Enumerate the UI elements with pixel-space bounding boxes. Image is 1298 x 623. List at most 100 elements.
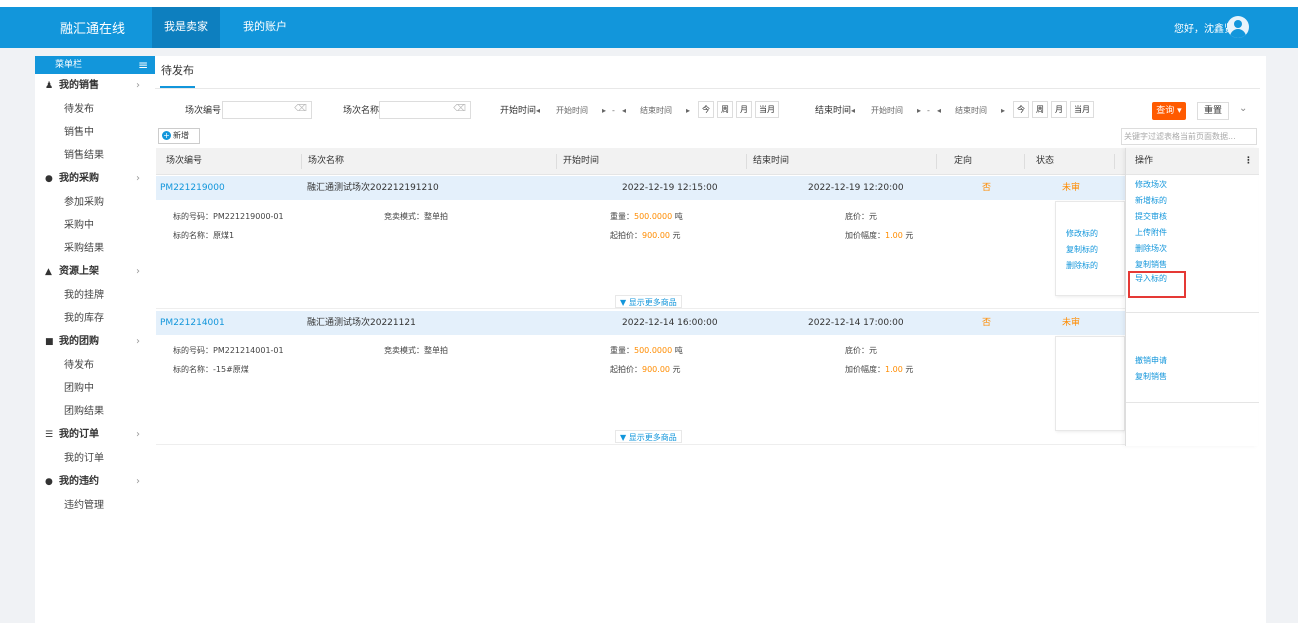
end-time-label: 结束时间: [815, 106, 852, 116]
revoke-request-link[interactable]: 撤销申请: [1135, 355, 1167, 367]
sidebar-item-purchasing[interactable]: 采购中: [35, 214, 155, 237]
sidebar-item-listings[interactable]: 我的挂牌: [35, 284, 155, 307]
sidebar-group-defaults[interactable]: ● 我的违约 ›: [35, 470, 155, 494]
next-icon[interactable]: ▸: [917, 101, 921, 121]
col-code: 场次编号: [166, 156, 203, 166]
add-button[interactable]: + 新增: [158, 128, 200, 144]
next-icon[interactable]: ▸: [686, 101, 690, 121]
highlight-box: [1128, 271, 1186, 298]
sidebar-item-groupbuying[interactable]: 团购中: [35, 377, 155, 400]
group-icon: ■: [45, 337, 54, 347]
table-filter-input[interactable]: [1122, 129, 1252, 144]
next-icon[interactable]: ▸: [602, 101, 606, 121]
avatar[interactable]: [1227, 16, 1249, 38]
caret-down-icon: ▾: [1177, 106, 1182, 116]
sidebar-item-join-purchase[interactable]: 参加采购: [35, 191, 155, 214]
start-time: 2022-12-19 12:15:00: [622, 183, 718, 193]
alert-icon: ●: [45, 477, 53, 487]
collapse-icon[interactable]: ⌄: [1239, 103, 1247, 114]
sidebar-group-orders[interactable]: ☰ 我的订单 ›: [35, 423, 155, 447]
lot-name: 标的名称：原煤1: [173, 231, 235, 240]
add-lot-link[interactable]: 新增标的: [1135, 195, 1167, 207]
sidebar-item-groupbuy-pending[interactable]: 待发布: [35, 354, 155, 377]
directed-value: 否: [982, 318, 992, 328]
hamburger-icon[interactable]: ≡: [138, 56, 148, 74]
plus-icon: +: [162, 131, 171, 140]
quick-today-button[interactable]: 今: [698, 101, 714, 118]
sidebar-group-sales[interactable]: ♟ 我的销售 ›: [35, 74, 155, 98]
copy-sale-link[interactable]: 复制销售: [1135, 371, 1167, 383]
status-badge: 未审: [1062, 183, 1081, 193]
prev-icon[interactable]: ◂: [536, 101, 540, 121]
sidebar-group-groupbuy[interactable]: ■ 我的团购 ›: [35, 330, 155, 354]
delete-session-link[interactable]: 删除场次: [1135, 243, 1167, 255]
sidebar-group-resources[interactable]: ▲ 资源上架 ›: [35, 260, 155, 284]
show-more-link[interactable]: ▼ 显示更多商品: [615, 295, 682, 308]
end-range-from[interactable]: 开始时间: [871, 101, 903, 121]
quick-today-button[interactable]: 今: [1013, 101, 1029, 118]
session-code[interactable]: PM221214001: [160, 311, 225, 335]
sidebar-title: 菜单栏: [55, 60, 83, 70]
quick-week-button[interactable]: 周: [1032, 101, 1048, 118]
start-range-to[interactable]: 结束时间: [640, 101, 672, 121]
submit-review-link[interactable]: 提交审核: [1135, 211, 1167, 223]
col-directed: 定向: [954, 156, 973, 166]
base-price: 底价：元: [845, 212, 877, 221]
sidebar-item-groupbuy-result[interactable]: 团购结果: [35, 400, 155, 423]
sidebar-item-default-mgmt[interactable]: 违约管理: [35, 494, 155, 517]
start-price: 起拍价：900.00 元: [610, 231, 681, 240]
quick-month-button[interactable]: 月: [736, 101, 752, 118]
quick-week-button[interactable]: 周: [717, 101, 733, 118]
auction-mode: 竞卖模式：整单拍: [384, 212, 448, 221]
session-code-input[interactable]: ⌫: [222, 101, 312, 119]
session-name-input[interactable]: ⌫: [379, 101, 471, 119]
eraser-icon[interactable]: ⌫: [453, 104, 466, 114]
next-icon[interactable]: ▸: [1001, 101, 1005, 121]
end-time: 2022-12-19 12:20:00: [808, 183, 904, 193]
user-greeting[interactable]: 您好，沈鑫贤: [1174, 20, 1234, 35]
start-time: 2022-12-14 16:00:00: [622, 318, 718, 328]
lot-number: 标的号码：PM221219000-01: [173, 212, 284, 221]
table-filter-box[interactable]: [1121, 128, 1257, 145]
nav-seller[interactable]: 我是卖家: [152, 7, 220, 48]
eraser-icon[interactable]: ⌫: [294, 104, 307, 114]
session-code[interactable]: PM221219000: [160, 176, 225, 200]
quick-curmonth-button[interactable]: 当月: [1070, 101, 1094, 118]
nav-account[interactable]: 我的账户: [231, 7, 299, 48]
sidebar-item-my-orders[interactable]: 我的订单: [35, 447, 155, 470]
table-row[interactable]: PM221214001 融汇通测试场次20221121 2022-12-14 1…: [156, 311, 1125, 335]
edit-session-link[interactable]: 修改场次: [1135, 179, 1167, 191]
more-vertical-icon[interactable]: ⋮: [1244, 148, 1253, 175]
sidebar-item-purchase-result[interactable]: 采购结果: [35, 237, 155, 260]
show-more-link[interactable]: ▼ 显示更多商品: [615, 430, 682, 443]
prev-icon[interactable]: ◂: [622, 101, 626, 121]
quick-curmonth-button[interactable]: 当月: [755, 101, 779, 118]
sidebar-item-sales-result[interactable]: 销售结果: [35, 144, 155, 167]
status-badge: 未审: [1062, 318, 1081, 328]
prev-icon[interactable]: ◂: [851, 101, 855, 121]
delete-lot-link[interactable]: 删除标的: [1066, 260, 1098, 271]
start-price: 起拍价：900.00 元: [610, 365, 681, 374]
chevron-right-icon: ›: [136, 429, 140, 440]
sidebar-item-pending[interactable]: 待发布: [35, 98, 155, 121]
brand-logo[interactable]: 融汇通在线: [60, 18, 125, 37]
sidebar-group-purchase[interactable]: ● 我的采购 ›: [35, 167, 155, 191]
reset-button[interactable]: 重置: [1197, 102, 1229, 120]
sidebar-item-selling[interactable]: 销售中: [35, 121, 155, 144]
copy-lot-link[interactable]: 复制标的: [1066, 244, 1098, 255]
end-time: 2022-12-14 17:00:00: [808, 318, 904, 328]
start-time-label: 开始时间: [500, 106, 537, 116]
chevron-right-icon: ›: [136, 80, 140, 91]
table-row[interactable]: PM221219000 融汇通测试场次202212191210 2022-12-…: [156, 176, 1125, 200]
quick-month-button[interactable]: 月: [1051, 101, 1067, 118]
copy-sale-link[interactable]: 复制销售: [1135, 259, 1167, 271]
sidebar-item-inventory[interactable]: 我的库存: [35, 307, 155, 330]
tab-pending[interactable]: 待发布: [160, 56, 195, 88]
edit-lot-link[interactable]: 修改标的: [1066, 228, 1098, 239]
user-icon: [1234, 20, 1242, 28]
start-range-from[interactable]: 开始时间: [556, 101, 588, 121]
end-range-to[interactable]: 结束时间: [955, 101, 987, 121]
prev-icon[interactable]: ◂: [937, 101, 941, 121]
query-button[interactable]: 查询 ▾: [1152, 102, 1186, 120]
upload-attachment-link[interactable]: 上传附件: [1135, 227, 1167, 239]
